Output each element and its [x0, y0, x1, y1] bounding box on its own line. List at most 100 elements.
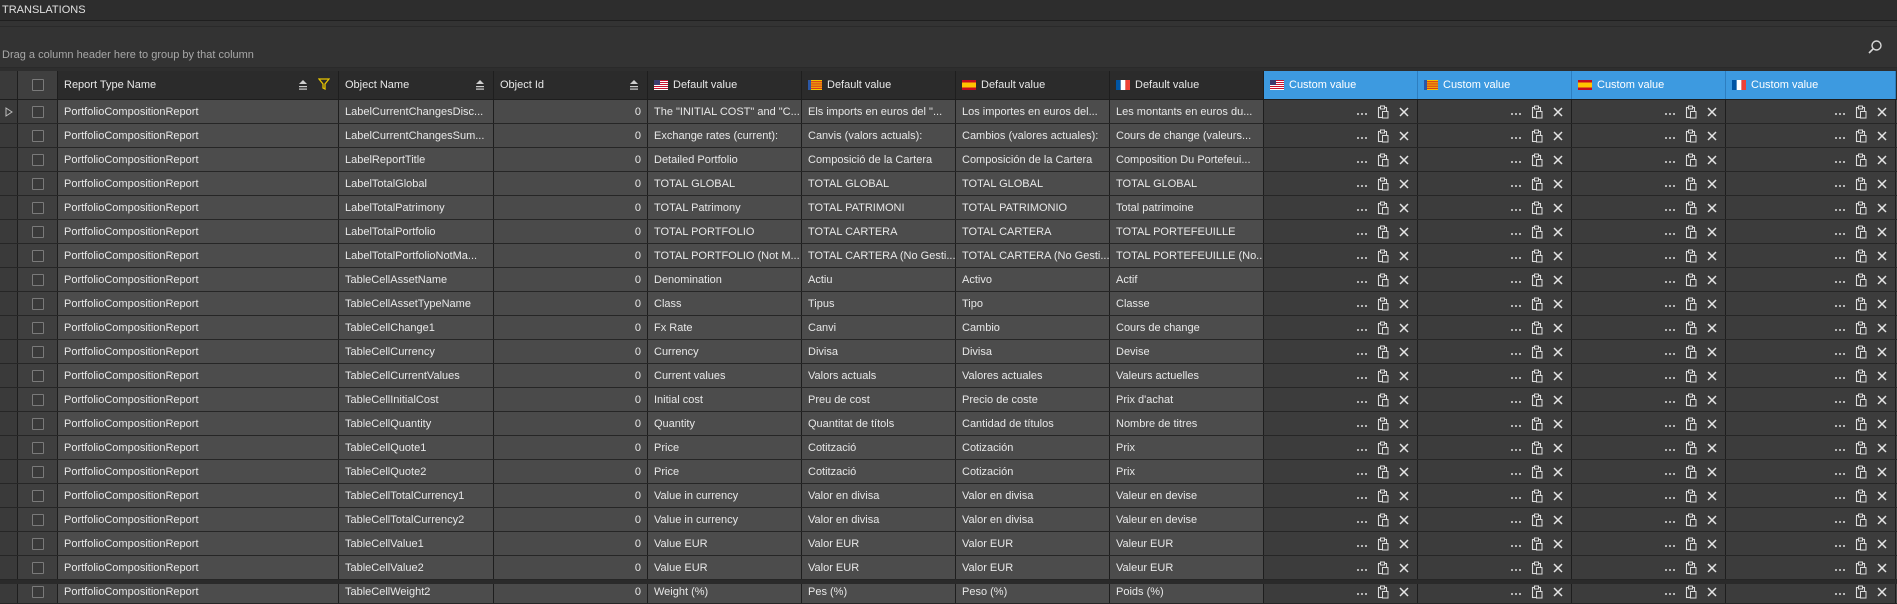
paste-icon[interactable]: [1684, 561, 1698, 575]
clear-icon[interactable]: [1705, 393, 1719, 407]
row-select-cell[interactable]: [18, 244, 58, 267]
cell-default-value-en[interactable]: Denomination: [648, 268, 802, 291]
group-by-area[interactable]: Drag a column header here to group by th…: [0, 27, 1897, 68]
cell-custom-value-ca[interactable]: [1418, 412, 1572, 435]
paste-icon[interactable]: [1376, 201, 1390, 215]
paste-icon[interactable]: [1530, 561, 1544, 575]
paste-icon[interactable]: [1684, 201, 1698, 215]
cell-default-value-ca[interactable]: Composició de la Cartera: [802, 148, 956, 171]
paste-icon[interactable]: [1854, 513, 1868, 527]
ellipsis-icon[interactable]: [1663, 129, 1677, 143]
paste-icon[interactable]: [1376, 249, 1390, 263]
cell-custom-value-es[interactable]: [1572, 340, 1726, 363]
paste-icon[interactable]: [1376, 441, 1390, 455]
clear-icon[interactable]: [1705, 201, 1719, 215]
row-select-cell[interactable]: [18, 364, 58, 387]
cell-default-value-ca[interactable]: Actiu: [802, 268, 956, 291]
search-icon[interactable]: [1867, 39, 1883, 55]
paste-icon[interactable]: [1854, 369, 1868, 383]
clear-icon[interactable]: [1875, 249, 1889, 263]
cell-custom-value-fr[interactable]: [1726, 484, 1896, 507]
cell-default-value-ca[interactable]: Divisa: [802, 340, 956, 363]
row-select-cell[interactable]: [18, 484, 58, 507]
cell-object-name[interactable]: TableCellQuote1: [339, 436, 494, 459]
clear-icon[interactable]: [1875, 345, 1889, 359]
clear-icon[interactable]: [1397, 465, 1411, 479]
cell-default-value-fr[interactable]: Prix: [1110, 436, 1264, 459]
cell-custom-value-fr[interactable]: [1726, 364, 1896, 387]
cell-default-value-ca[interactable]: Quantitat de títols: [802, 412, 956, 435]
ellipsis-icon[interactable]: [1509, 369, 1523, 383]
cell-default-value-en[interactable]: TOTAL PORTFOLIO: [648, 220, 802, 243]
clear-icon[interactable]: [1551, 273, 1565, 287]
ellipsis-icon[interactable]: [1833, 345, 1847, 359]
cell-default-value-ca[interactable]: Valor en divisa: [802, 484, 956, 507]
paste-icon[interactable]: [1530, 153, 1544, 167]
clear-icon[interactable]: [1551, 153, 1565, 167]
cell-default-value-en[interactable]: Value in currency: [648, 508, 802, 531]
cell-default-value-es[interactable]: Cantidad de títulos: [956, 412, 1110, 435]
sort-icon[interactable]: [629, 79, 639, 91]
paste-icon[interactable]: [1684, 489, 1698, 503]
cell-custom-value-es[interactable]: [1572, 196, 1726, 219]
table-row[interactable]: PortfolioCompositionReport TableCellValue…: [0, 556, 1897, 580]
paste-icon[interactable]: [1530, 177, 1544, 191]
cell-custom-value-es[interactable]: [1572, 484, 1726, 507]
clear-icon[interactable]: [1875, 561, 1889, 575]
cell-custom-value-ca[interactable]: [1418, 220, 1572, 243]
cell-report-type-name[interactable]: PortfolioCompositionReport: [58, 484, 339, 507]
ellipsis-icon[interactable]: [1509, 225, 1523, 239]
clear-icon[interactable]: [1875, 417, 1889, 431]
cell-custom-value-en[interactable]: [1264, 508, 1418, 531]
clear-icon[interactable]: [1551, 513, 1565, 527]
cell-object-id[interactable]: 0: [494, 412, 648, 435]
column-header-default-value-ca[interactable]: Default value: [802, 71, 956, 99]
ellipsis-icon[interactable]: [1355, 489, 1369, 503]
cell-default-value-en[interactable]: Value in currency: [648, 484, 802, 507]
cell-default-value-en[interactable]: Value EUR: [648, 532, 802, 555]
paste-icon[interactable]: [1530, 393, 1544, 407]
cell-default-value-es[interactable]: Valor EUR: [956, 556, 1110, 579]
paste-icon[interactable]: [1854, 249, 1868, 263]
table-row[interactable]: PortfolioCompositionReport LabelCurrentCh…: [0, 100, 1897, 124]
ellipsis-icon[interactable]: [1355, 297, 1369, 311]
row-checkbox[interactable]: [31, 417, 44, 430]
clear-icon[interactable]: [1875, 465, 1889, 479]
paste-icon[interactable]: [1530, 249, 1544, 263]
paste-icon[interactable]: [1684, 465, 1698, 479]
paste-icon[interactable]: [1376, 489, 1390, 503]
clear-icon[interactable]: [1551, 561, 1565, 575]
cell-default-value-ca[interactable]: Tipus: [802, 292, 956, 315]
paste-icon[interactable]: [1376, 393, 1390, 407]
ellipsis-icon[interactable]: [1355, 513, 1369, 527]
cell-default-value-ca[interactable]: Valor EUR: [802, 556, 956, 579]
cell-object-name[interactable]: TableCellChange1: [339, 316, 494, 339]
cell-default-value-es[interactable]: TOTAL CARTERA: [956, 220, 1110, 243]
cell-default-value-en[interactable]: Fx Rate: [648, 316, 802, 339]
clear-icon[interactable]: [1875, 537, 1889, 551]
row-checkbox[interactable]: [31, 393, 44, 406]
paste-icon[interactable]: [1530, 321, 1544, 335]
cell-default-value-en[interactable]: Detailed Portfolio: [648, 148, 802, 171]
cell-default-value-en[interactable]: Initial cost: [648, 388, 802, 411]
cell-object-name[interactable]: LabelTotalGlobal: [339, 172, 494, 195]
cell-default-value-ca[interactable]: Valor en divisa: [802, 508, 956, 531]
cell-default-value-fr[interactable]: Prix: [1110, 460, 1264, 483]
paste-icon[interactable]: [1530, 345, 1544, 359]
cell-object-id[interactable]: 0: [494, 508, 648, 531]
paste-icon[interactable]: [1530, 129, 1544, 143]
paste-icon[interactable]: [1684, 585, 1698, 599]
row-checkbox[interactable]: [31, 585, 44, 598]
cell-object-name[interactable]: TableCellInitialCost: [339, 388, 494, 411]
paste-icon[interactable]: [1530, 465, 1544, 479]
clear-icon[interactable]: [1551, 465, 1565, 479]
ellipsis-icon[interactable]: [1833, 441, 1847, 455]
paste-icon[interactable]: [1854, 177, 1868, 191]
cell-custom-value-fr[interactable]: [1726, 244, 1896, 267]
cell-default-value-ca[interactable]: TOTAL CARTERA (No Gesti...: [802, 244, 956, 267]
row-checkbox[interactable]: [31, 489, 44, 502]
ellipsis-icon[interactable]: [1509, 321, 1523, 335]
cell-custom-value-en[interactable]: [1264, 388, 1418, 411]
cell-default-value-es[interactable]: Cambios (valores actuales):: [956, 124, 1110, 147]
cell-default-value-es[interactable]: Cotización: [956, 436, 1110, 459]
